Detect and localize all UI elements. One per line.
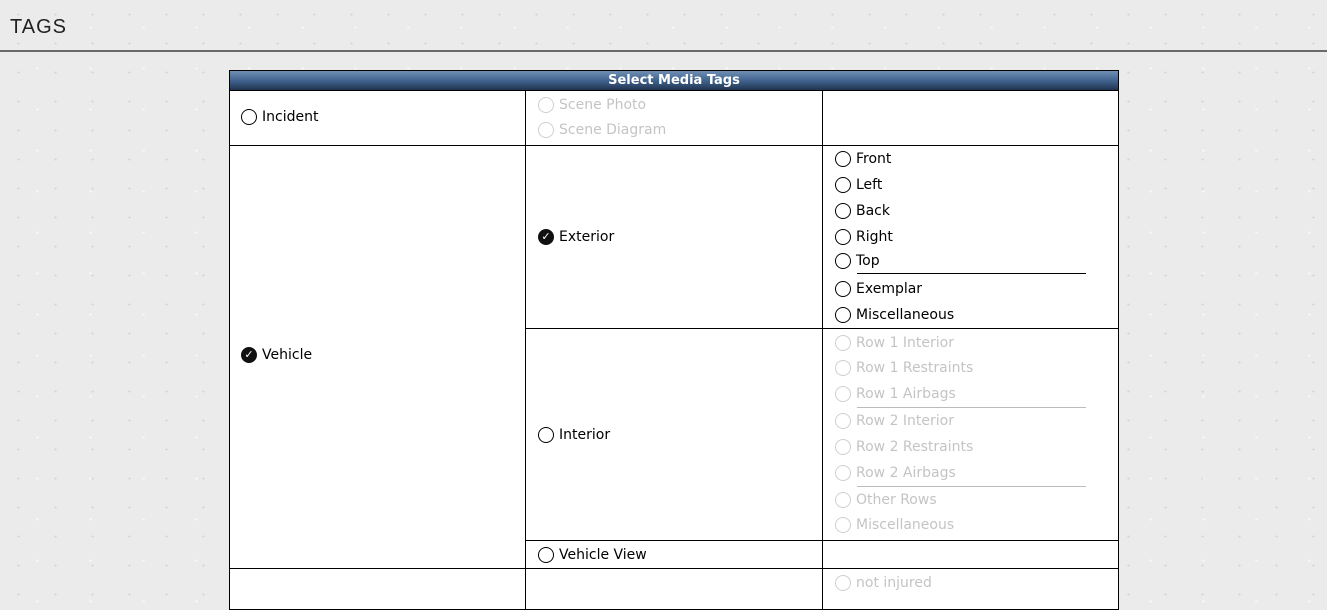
option-label: Right (856, 229, 893, 245)
radio-empty-icon (835, 413, 851, 429)
radio-empty-icon (835, 517, 851, 533)
scene-diagram-label: Scene Diagram (559, 122, 667, 138)
radio-empty-icon (835, 177, 851, 193)
row-divider (525, 328, 1119, 329)
exterior-option-exemplar[interactable]: Exemplar (835, 278, 922, 300)
separator (857, 407, 1086, 408)
radio-empty-icon (835, 465, 851, 481)
radio-empty-icon (538, 97, 554, 113)
option-label: Row 2 Interior (856, 413, 954, 429)
exterior-option-right[interactable]: Right (835, 226, 893, 248)
radio-empty-icon (835, 360, 851, 376)
exterior-option-miscellaneous[interactable]: Miscellaneous (835, 304, 954, 326)
interior-label: Interior (559, 427, 611, 443)
option-label: Row 2 Airbags (856, 465, 956, 481)
panel-header: Select Media Tags (230, 71, 1118, 91)
option-label: Other Rows (856, 492, 937, 508)
radio-empty-icon (538, 122, 554, 138)
occupant-option-not-injured[interactable]: not injured (835, 572, 932, 594)
exterior-label: Exterior (559, 229, 615, 245)
interior-option-row2-restraints[interactable]: Row 2 Restraints (835, 436, 973, 458)
interior-option-row1-interior[interactable]: Row 1 Interior (835, 332, 954, 354)
option-label: Left (856, 177, 883, 193)
media-tags-panel: Select Media Tags (229, 70, 1119, 610)
radio-empty-icon (835, 203, 851, 219)
interior-option-row1-airbags[interactable]: Row 1 Airbags (835, 383, 956, 405)
row-divider (229, 568, 1119, 569)
separator (857, 273, 1086, 274)
page-header: TAGS (0, 0, 1327, 52)
option-label: Row 1 Airbags (856, 386, 956, 402)
row-divider (525, 540, 1119, 541)
radio-empty-icon (835, 307, 851, 323)
interior-option-other-rows[interactable]: Other Rows (835, 489, 937, 511)
scene-photo-label: Scene Photo (559, 97, 647, 113)
exterior-option-left[interactable]: Left (835, 174, 882, 196)
option-label: not injured (856, 575, 932, 591)
radio-empty-icon (835, 281, 851, 297)
scene-diagram-radio[interactable]: Scene Diagram (538, 119, 666, 141)
interior-radio[interactable]: Interior (538, 424, 610, 446)
check-circle-icon: ✓ (241, 347, 257, 363)
separator (857, 486, 1086, 487)
scene-photo-radio[interactable]: Scene Photo (538, 94, 646, 116)
incident-radio[interactable]: Incident (241, 106, 318, 128)
interior-option-row2-interior[interactable]: Row 2 Interior (835, 410, 954, 432)
radio-empty-icon (835, 229, 851, 245)
column-divider (822, 90, 823, 610)
interior-option-row1-restraints[interactable]: Row 1 Restraints (835, 357, 973, 379)
vehicle-label: Vehicle (262, 347, 313, 363)
check-circle-icon: ✓ (538, 229, 554, 245)
row-divider (229, 145, 1119, 146)
vehicle-radio[interactable]: ✓ Vehicle (241, 344, 312, 366)
option-label: Miscellaneous (856, 517, 955, 533)
radio-empty-icon (835, 335, 851, 351)
exterior-option-back[interactable]: Back (835, 200, 890, 222)
radio-empty-icon (835, 492, 851, 508)
radio-empty-icon (241, 109, 257, 125)
radio-empty-icon (835, 575, 851, 591)
vehicle-view-label: Vehicle View (559, 547, 647, 563)
option-label: Row 1 Restraints (856, 360, 974, 376)
page-title: TAGS (10, 16, 67, 38)
interior-option-row2-airbags[interactable]: Row 2 Airbags (835, 462, 956, 484)
option-label: Miscellaneous (856, 307, 955, 323)
exterior-option-top[interactable]: Top (835, 250, 880, 272)
radio-empty-icon (835, 151, 851, 167)
radio-empty-icon (835, 439, 851, 455)
option-label: Back (856, 203, 890, 219)
exterior-radio[interactable]: ✓ Exterior (538, 226, 614, 248)
option-label: Top (856, 253, 880, 269)
option-label: Exemplar (856, 281, 923, 297)
incident-label: Incident (262, 109, 319, 125)
radio-empty-icon (538, 427, 554, 443)
radio-empty-icon (835, 386, 851, 402)
option-label: Row 1 Interior (856, 335, 954, 351)
option-label: Row 2 Restraints (856, 439, 974, 455)
radio-empty-icon (538, 547, 554, 563)
option-label: Front (856, 151, 892, 167)
vehicle-view-radio[interactable]: Vehicle View (538, 544, 647, 566)
interior-option-miscellaneous[interactable]: Miscellaneous (835, 514, 954, 536)
exterior-option-front[interactable]: Front (835, 148, 891, 170)
column-divider (525, 90, 526, 610)
radio-empty-icon (835, 253, 851, 269)
